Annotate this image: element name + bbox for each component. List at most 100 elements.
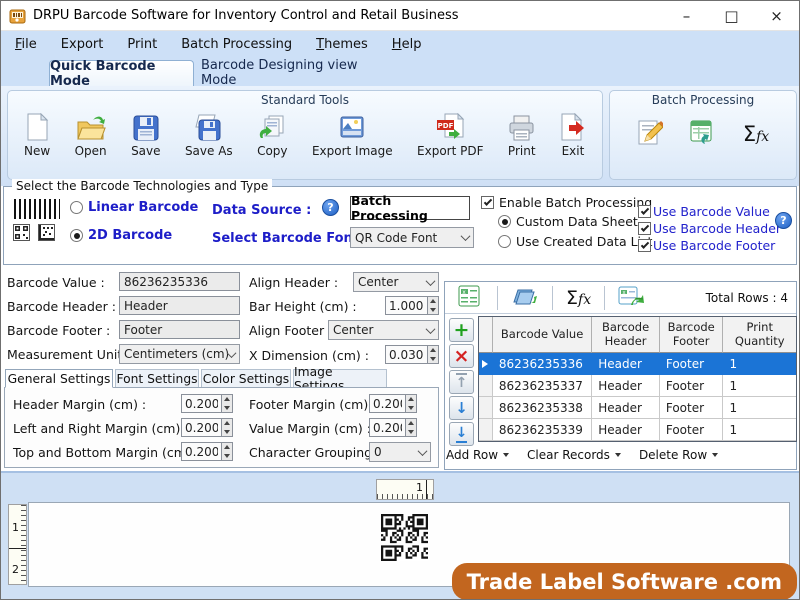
minimize-button[interactable]: –	[664, 1, 709, 30]
copy-button[interactable]: Copy	[257, 111, 287, 158]
export-image-button[interactable]: Export Image	[312, 111, 393, 158]
header-margin-spinner[interactable]	[181, 394, 233, 413]
app-window: DRPU Barcode Software for Inventory Cont…	[0, 0, 800, 600]
table-row[interactable]: 86236235338 Header Footer 1	[479, 397, 796, 419]
spinner-buttons[interactable]	[406, 418, 417, 437]
caret-down-icon	[503, 453, 509, 457]
menu-print[interactable]: Print	[127, 37, 157, 52]
data-source-help-icon[interactable]: ?	[322, 199, 339, 216]
export-excel-button[interactable]: x	[457, 284, 481, 311]
batch-processing-group: Batch Processing Σfx	[609, 90, 797, 180]
2d-barcode-radio[interactable]: 2D Barcode	[70, 228, 172, 243]
character-grouping-label: Character Grouping :	[249, 445, 380, 460]
footer-margin-spinner[interactable]	[369, 394, 417, 413]
menu-file[interactable]: File	[15, 37, 37, 52]
spinner-buttons[interactable]	[222, 442, 233, 461]
barcode-font-select[interactable]: QR Code Font	[350, 227, 474, 248]
move-bottom-icon-button[interactable]: ↓	[449, 422, 474, 446]
barcode-header-input[interactable]	[119, 296, 240, 315]
enable-batch-checkbox[interactable]: Enable Batch Processing	[481, 195, 652, 210]
move-down-icon-button[interactable]: ↓	[449, 396, 474, 420]
qr-small-icon	[13, 224, 30, 241]
add-row-icon-button[interactable]: +	[449, 318, 474, 342]
standard-tools-group: Standard Tools New Open Save	[7, 90, 603, 180]
align-header-select[interactable]: Center	[353, 272, 439, 292]
move-top-icon-button[interactable]: ↑	[449, 370, 474, 394]
close-button[interactable]: ×	[754, 1, 799, 30]
tab-color-settings[interactable]: Color Settings	[201, 369, 291, 388]
tab-general-settings[interactable]: General Settings	[5, 369, 113, 388]
use-barcode-header-checkbox[interactable]: Use Barcode Header	[638, 221, 781, 236]
tab-barcode-designing-view-mode[interactable]: Barcode Designing view Mode	[201, 60, 397, 86]
chevron-down-icon	[461, 231, 471, 241]
row-selector	[479, 419, 493, 441]
barcode-value-input[interactable]	[119, 272, 240, 291]
grid-header-row: Barcode Value Barcode Header Barcode Foo…	[479, 317, 796, 353]
table-row[interactable]: 86236235337 Header Footer 1	[479, 375, 796, 397]
menu-themes[interactable]: Themes	[316, 37, 368, 52]
copy-icon	[257, 111, 287, 141]
menu-help[interactable]: Help	[392, 37, 422, 52]
radio-icon	[70, 201, 83, 214]
custom-data-sheet-radio[interactable]: Custom Data Sheet	[498, 214, 638, 229]
sigma-fx-data-button[interactable]: Σfx	[566, 287, 591, 309]
delete-row-button[interactable]: Delete Row	[639, 448, 718, 462]
title-bar: DRPU Barcode Software for Inventory Cont…	[1, 1, 799, 31]
value-margin-spinner[interactable]	[369, 418, 417, 437]
tab-image-settings[interactable]: Image Settings	[293, 369, 387, 388]
new-button[interactable]: New	[24, 111, 50, 158]
barcode-options-help-icon[interactable]: ?	[775, 212, 792, 229]
spinner-buttons[interactable]	[406, 394, 417, 413]
save-button[interactable]: Save	[131, 111, 160, 158]
align-footer-select[interactable]: Center	[328, 320, 439, 340]
copy-data-button[interactable]	[510, 284, 538, 311]
open-button[interactable]: Open	[75, 111, 107, 158]
menu-export[interactable]: Export	[61, 37, 104, 52]
menu-batch-processing[interactable]: Batch Processing	[181, 37, 292, 52]
batch-processing-button[interactable]: Batch Processing	[350, 196, 470, 220]
x-dimension-spinner[interactable]	[385, 345, 439, 364]
col-barcode-header[interactable]: Barcode Header	[592, 317, 660, 353]
use-barcode-value-checkbox[interactable]: Use Barcode Value	[638, 204, 770, 219]
bar-height-spinner[interactable]	[385, 296, 439, 315]
measurement-unit-select[interactable]: Centimeters (cm)	[119, 344, 240, 364]
add-row-button[interactable]: Add Row	[446, 448, 509, 462]
table-row[interactable]: 86236235339 Header Footer 1	[479, 419, 796, 441]
vertical-ruler: 1 2	[8, 504, 27, 585]
delete-row-icon-button[interactable]: ×	[449, 344, 474, 368]
linear-barcode-radio[interactable]: Linear Barcode	[70, 200, 198, 215]
use-created-data-list-radio[interactable]: Use Created Data List	[498, 234, 652, 249]
spinner-buttons[interactable]	[222, 394, 233, 413]
batch-processing-title: Batch Processing	[610, 93, 796, 107]
tab-quick-barcode-mode[interactable]: Quick Barcode Mode	[49, 60, 194, 86]
exit-button[interactable]: Exit	[560, 111, 586, 158]
batch-edit-button[interactable]	[637, 119, 663, 149]
tab-font-settings[interactable]: Font Settings	[115, 369, 199, 388]
barcode-preview-area: 1 1 2 Trade Label Software .com	[1, 471, 799, 600]
window-title: DRPU Barcode Software for Inventory Cont…	[33, 8, 459, 23]
barcode-footer-input[interactable]	[119, 320, 240, 339]
top-bottom-margin-spinner[interactable]	[181, 442, 233, 461]
batch-spreadsheet-button[interactable]	[689, 119, 717, 149]
ruler-ticks	[21, 505, 26, 584]
spinner-buttons[interactable]	[222, 418, 233, 437]
col-print-quantity[interactable]: Print Quantity	[723, 317, 796, 353]
spinner-buttons[interactable]	[428, 345, 440, 364]
left-right-margin-spinner[interactable]	[181, 418, 233, 437]
table-row[interactable]: 86236235336 Header Footer 1	[479, 353, 796, 375]
import-excel-button[interactable]: x	[617, 284, 645, 311]
export-pdf-button[interactable]: PDF Export PDF	[417, 111, 483, 158]
save-as-button[interactable]: Save As	[185, 111, 233, 158]
datamatrix-small-icon	[38, 224, 55, 241]
clear-records-button[interactable]: Clear Records	[527, 448, 621, 462]
maximize-button[interactable]: □	[709, 1, 754, 30]
sigma-fx-button[interactable]: Σfx	[743, 122, 769, 146]
col-barcode-footer[interactable]: Barcode Footer	[660, 317, 724, 353]
col-barcode-value[interactable]: Barcode Value	[493, 317, 592, 353]
spinner-buttons[interactable]	[428, 296, 440, 315]
export-pdf-icon: PDF	[435, 111, 465, 141]
print-button[interactable]: Print	[508, 111, 536, 158]
character-grouping-select[interactable]: 0	[369, 442, 431, 462]
use-barcode-footer-checkbox[interactable]: Use Barcode Footer	[638, 238, 775, 253]
arrow-up-icon: ↑	[456, 373, 468, 391]
